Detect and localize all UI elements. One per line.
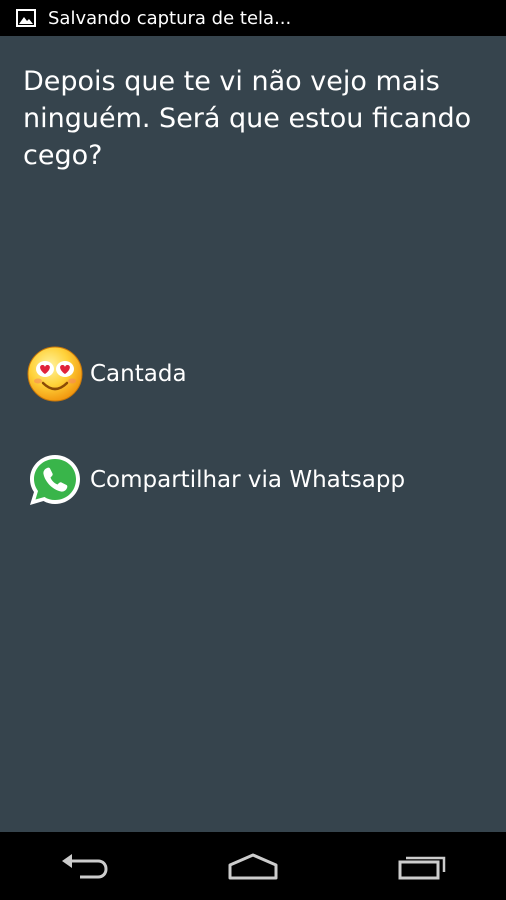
whatsapp-icon bbox=[26, 451, 84, 509]
navigation-bar bbox=[0, 832, 506, 900]
cantada-label: Cantada bbox=[90, 361, 187, 387]
recent-apps-icon[interactable] bbox=[372, 836, 472, 896]
notification-text: Salvando captura de tela... bbox=[48, 7, 292, 29]
heart-eyes-emoji-icon bbox=[26, 345, 84, 403]
share-whatsapp-label: Compartilhar via Whatsapp bbox=[90, 467, 406, 493]
status-bar: Salvando captura de tela... bbox=[0, 0, 506, 36]
home-icon[interactable] bbox=[203, 836, 303, 896]
back-icon[interactable] bbox=[34, 836, 134, 896]
main-content: Depois que te vi não vejo mais ninguém. … bbox=[0, 36, 506, 832]
image-icon bbox=[16, 8, 36, 28]
quote-text: Depois que te vi não vejo mais ninguém. … bbox=[23, 66, 472, 171]
share-whatsapp-button[interactable]: Compartilhar via Whatsapp bbox=[26, 450, 405, 510]
cantada-button[interactable]: Cantada bbox=[26, 344, 187, 404]
